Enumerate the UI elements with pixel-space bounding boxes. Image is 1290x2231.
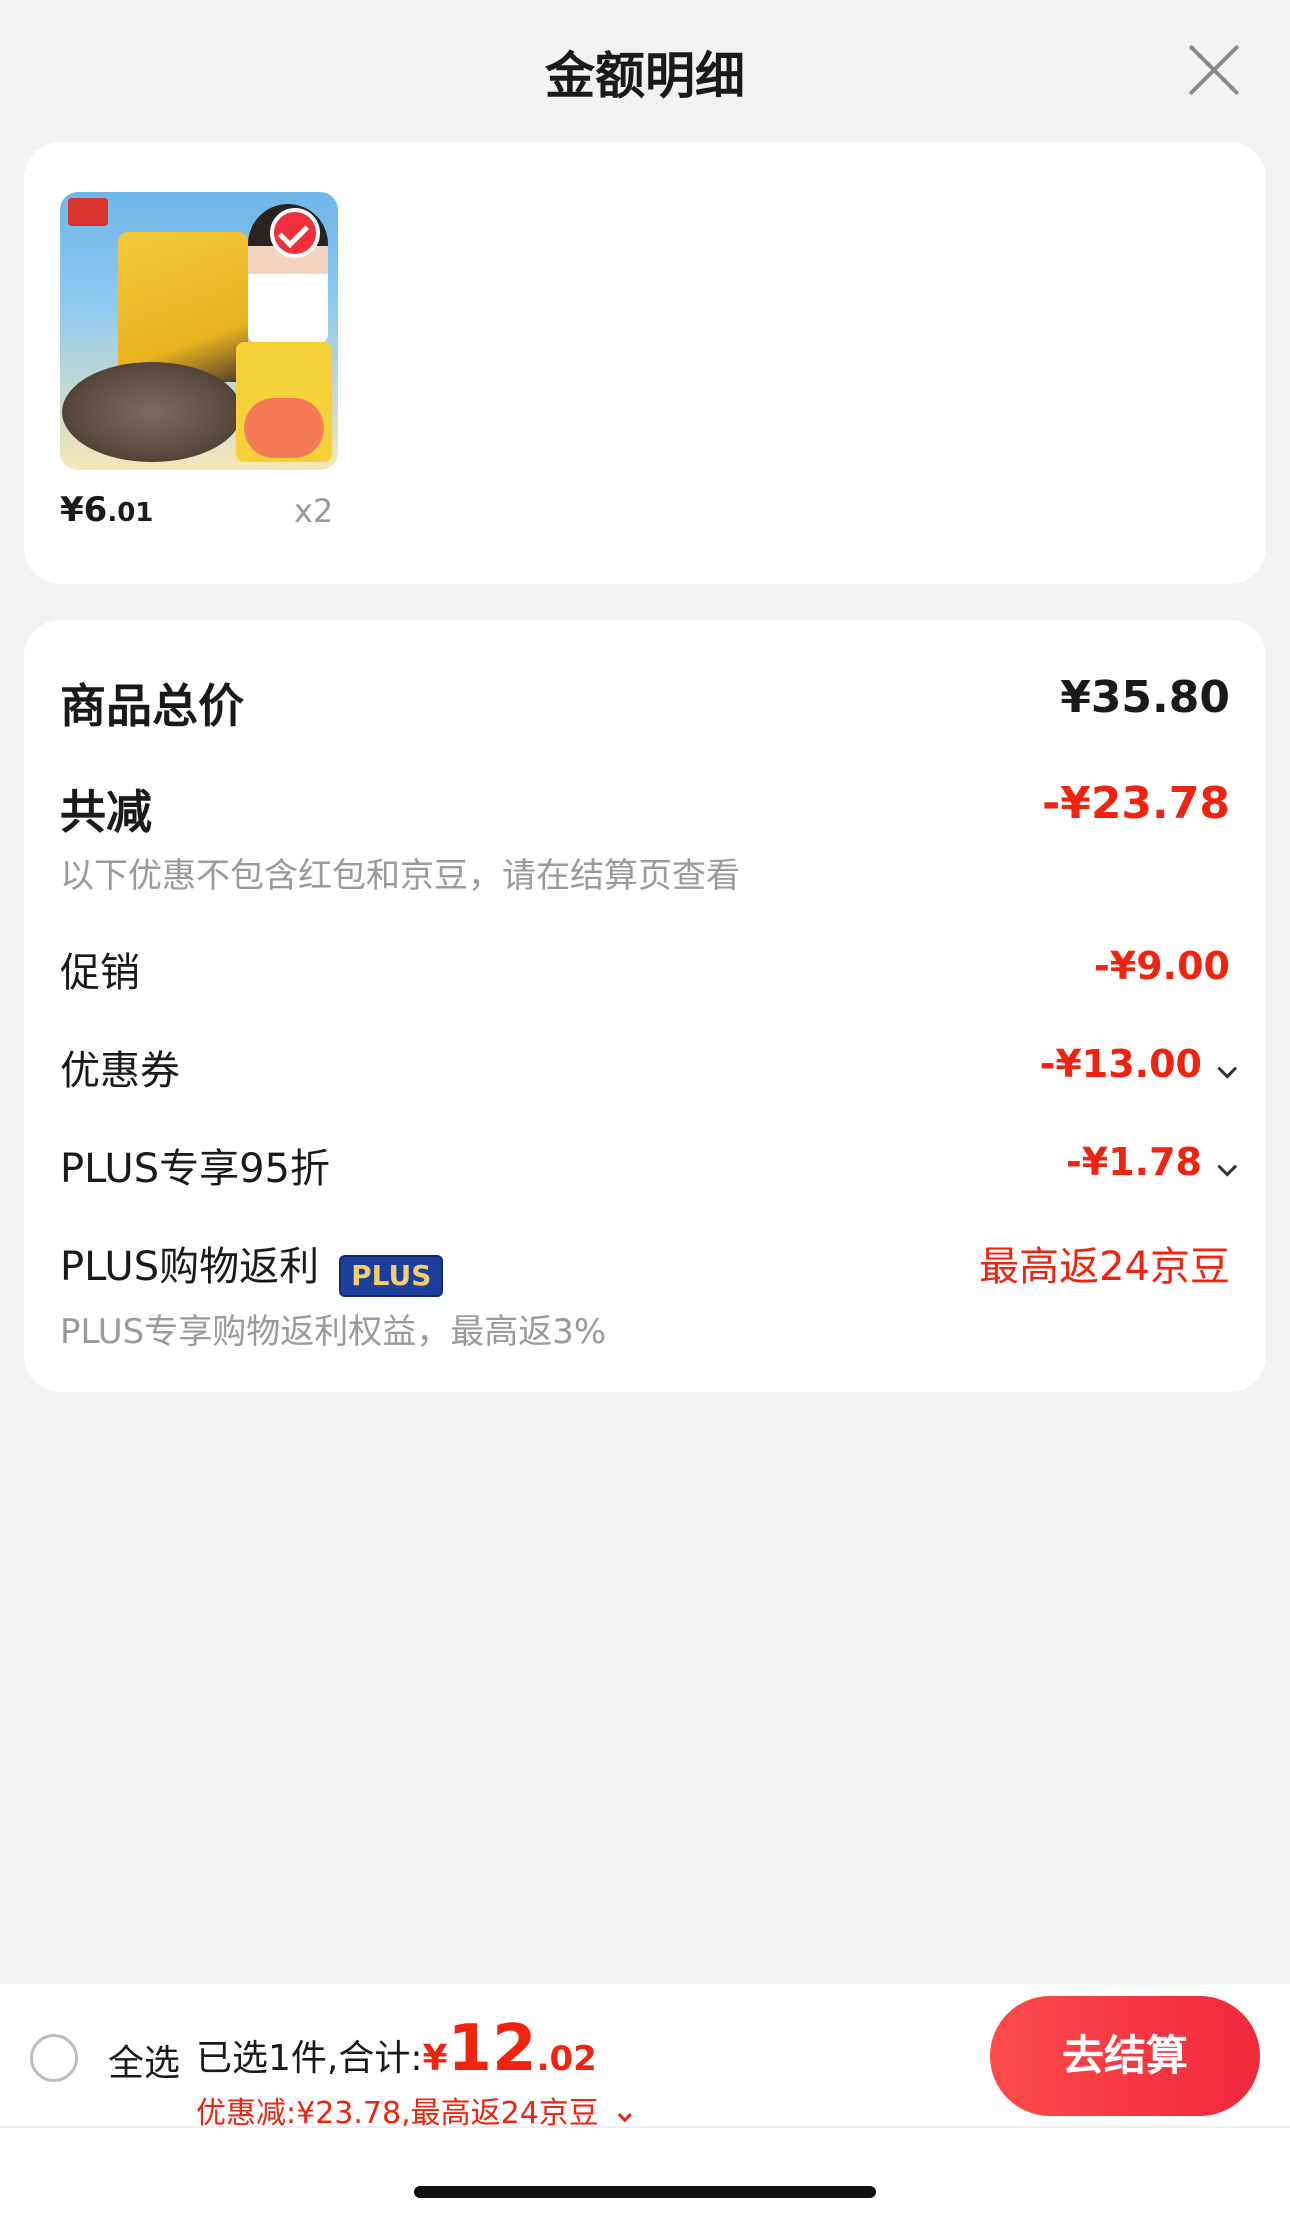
cereal-bowl-image [62, 362, 242, 462]
total-label: 商品总价 [60, 679, 244, 733]
product-quantity: x2 [294, 492, 334, 530]
coupon-value: -¥13.00 [1039, 1042, 1202, 1086]
total-row: 商品总价 ¥35.80 [60, 670, 1230, 736]
price-detail-card: 商品总价 ¥35.80 共减 -¥23.78 以下优惠不包含红包和京豆，请在结算… [24, 620, 1266, 1392]
plus-discount-label: PLUS专享95折 [60, 1146, 330, 1192]
plus-discount-row[interactable]: PLUS专享95折 -¥1.78 [60, 1136, 1238, 1194]
select-all-label[interactable]: 全选 [108, 2034, 180, 2086]
select-all-radio[interactable] [30, 2034, 78, 2082]
sheet-header: 金额明细 [0, 0, 1290, 140]
total-value: ¥35.80 [1060, 672, 1230, 723]
coupon-value-group[interactable]: -¥13.00 [1039, 1042, 1238, 1086]
promo-label: 促销 [60, 950, 140, 996]
chevron-down-icon[interactable] [617, 2108, 632, 2123]
reduce-row: 共减 -¥23.78 [60, 776, 1230, 842]
sheet-title: 金额明细 [545, 47, 745, 105]
selected-summary: 已选1件,合计:¥12.02 [196, 2012, 597, 2086]
total-decimal: .02 [536, 2039, 597, 2079]
product-unit-price: ¥6.01 [60, 490, 153, 530]
coupon-row[interactable]: 优惠券 -¥13.00 [60, 1038, 1238, 1096]
plus-rebate-row: PLUS购物返利 PLUS 最高返24京豆 [60, 1234, 1230, 1297]
reduce-label: 共减 [60, 785, 152, 839]
plus-discount-value: -¥1.78 [1066, 1140, 1202, 1184]
total-integer: 12 [447, 2012, 537, 2086]
reduce-value: -¥23.78 [1041, 778, 1230, 829]
coupon-label: 优惠券 [60, 1048, 180, 1094]
reduce-note: 以下优惠不包含红包和京豆，请在结算页查看 [60, 856, 740, 896]
checkout-button[interactable]: 去结算 [990, 1996, 1260, 2116]
brand-logo [68, 198, 108, 226]
promo-discount-sticker [244, 398, 324, 458]
home-indicator[interactable] [414, 2186, 876, 2198]
selected-check-icon[interactable] [270, 208, 320, 258]
footer-divider [0, 2126, 1290, 2128]
promo-value: -¥9.00 [1094, 944, 1230, 988]
plus-rebate-value: 最高返24京豆 [979, 1244, 1230, 1290]
chevron-down-icon[interactable] [1217, 1156, 1238, 1177]
promo-row: 促销 -¥9.00 [60, 940, 1230, 998]
selected-summary-text: 已选1件,合计: [196, 2038, 423, 2079]
product-price-dec: .01 [107, 498, 154, 528]
plus-rebate-note: PLUS专享购物返利权益，最高返3% [60, 1312, 607, 1352]
product-thumbnail[interactable] [60, 192, 338, 470]
total-currency: ¥ [422, 2038, 448, 2079]
product-bag-image [118, 232, 248, 382]
product-price-int: ¥6 [60, 490, 108, 530]
plus-badge: PLUS [339, 1254, 444, 1297]
product-card: ¥6.01 x2 [24, 142, 1266, 584]
plus-discount-value-group[interactable]: -¥1.78 [1066, 1140, 1238, 1184]
plus-rebate-label: PLUS购物返利 [60, 1244, 320, 1290]
close-icon[interactable] [1186, 42, 1242, 98]
amount-detail-sheet: 金额明细 ¥6.01 x2 商品总价 ¥35.80 共减 -¥23.78 以下优… [0, 0, 1290, 2231]
chevron-down-icon[interactable] [1217, 1058, 1238, 1079]
